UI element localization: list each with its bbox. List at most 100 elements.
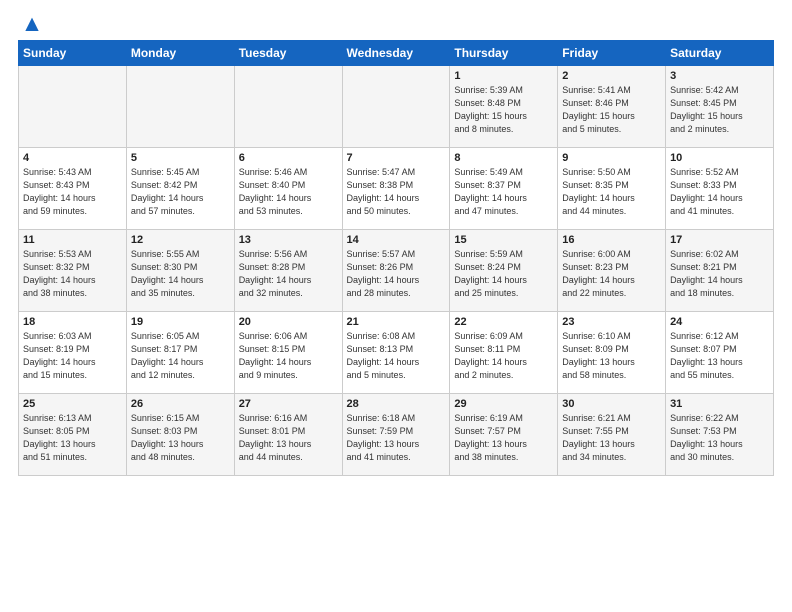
day-cell: 19 Sunrise: 6:05 AM Sunset: 8:17 PM Dayli… — [126, 312, 234, 394]
col-friday: Friday — [558, 41, 666, 66]
day-cell — [342, 66, 450, 148]
day-info: Sunrise: 6:03 AM Sunset: 8:19 PM Dayligh… — [23, 330, 122, 382]
day-info: Sunrise: 6:05 AM Sunset: 8:17 PM Dayligh… — [131, 330, 230, 382]
day-info: Sunrise: 5:47 AM Sunset: 8:38 PM Dayligh… — [347, 166, 446, 218]
day-cell: 30Sunrise: 6:21 AM Sunset: 7:55 PM Dayli… — [558, 394, 666, 476]
day-info: Sunrise: 6:13 AM Sunset: 8:05 PM Dayligh… — [23, 412, 122, 464]
calendar-page: Sunday Monday Tuesday Wednesday Thursday… — [0, 0, 792, 612]
page-header — [18, 16, 774, 32]
day-info: Sunrise: 6:15 AM Sunset: 8:03 PM Dayligh… — [131, 412, 230, 464]
day-info: Sunrise: 5:42 AM Sunset: 8:45 PM Dayligh… — [670, 84, 769, 136]
day-info: Sunrise: 6:16 AM Sunset: 8:01 PM Dayligh… — [239, 412, 338, 464]
day-cell: 3 Sunrise: 5:42 AM Sunset: 8:45 PM Daylig… — [666, 66, 774, 148]
day-number: 20 — [239, 316, 338, 328]
day-cell: 1 Sunrise: 5:39 AM Sunset: 8:48 PM Daylig… — [450, 66, 558, 148]
day-number: 10 — [670, 152, 769, 164]
day-info: Sunrise: 6:19 AM Sunset: 7:57 PM Dayligh… — [454, 412, 553, 464]
day-number: 23 — [562, 316, 661, 328]
day-number: 17 — [670, 234, 769, 246]
day-info: Sunrise: 5:45 AM Sunset: 8:42 PM Dayligh… — [131, 166, 230, 218]
day-info: Sunrise: 6:06 AM Sunset: 8:15 PM Dayligh… — [239, 330, 338, 382]
day-number: 26 — [131, 398, 230, 410]
day-cell: 22 Sunrise: 6:09 AM Sunset: 8:11 PM Dayli… — [450, 312, 558, 394]
day-cell: 4Sunrise: 5:43 AM Sunset: 8:43 PM Daylig… — [19, 148, 127, 230]
day-cell: 5 Sunrise: 5:45 AM Sunset: 8:42 PM Daylig… — [126, 148, 234, 230]
day-info: Sunrise: 6:21 AM Sunset: 7:55 PM Dayligh… — [562, 412, 661, 464]
day-cell — [234, 66, 342, 148]
day-number: 18 — [23, 316, 122, 328]
day-cell: 26 Sunrise: 6:15 AM Sunset: 8:03 PM Dayli… — [126, 394, 234, 476]
day-info: Sunrise: 5:53 AM Sunset: 8:32 PM Dayligh… — [23, 248, 122, 300]
day-info: Sunrise: 5:56 AM Sunset: 8:28 PM Dayligh… — [239, 248, 338, 300]
day-cell: 18 Sunrise: 6:03 AM Sunset: 8:19 PM Dayli… — [19, 312, 127, 394]
day-number: 4 — [23, 152, 122, 164]
day-cell: 31 Sunrise: 6:22 AM Sunset: 7:53 PM Dayli… — [666, 394, 774, 476]
day-info: Sunrise: 6:09 AM Sunset: 8:11 PM Dayligh… — [454, 330, 553, 382]
day-number: 1 — [454, 70, 553, 82]
day-info: Sunrise: 5:59 AM Sunset: 8:24 PM Dayligh… — [454, 248, 553, 300]
day-number: 6 — [239, 152, 338, 164]
day-number: 11 — [23, 234, 122, 246]
day-info: Sunrise: 6:02 AM Sunset: 8:21 PM Dayligh… — [670, 248, 769, 300]
day-cell: 8Sunrise: 5:49 AM Sunset: 8:37 PM Daylig… — [450, 148, 558, 230]
day-number: 29 — [454, 398, 553, 410]
day-number: 21 — [347, 316, 446, 328]
day-cell: 10 Sunrise: 5:52 AM Sunset: 8:33 PM Dayli… — [666, 148, 774, 230]
week-row-0: 1 Sunrise: 5:39 AM Sunset: 8:48 PM Daylig… — [19, 66, 774, 148]
day-number: 15 — [454, 234, 553, 246]
day-number: 25 — [23, 398, 122, 410]
day-cell: 11 Sunrise: 5:53 AM Sunset: 8:32 PM Dayli… — [19, 230, 127, 312]
day-number: 13 — [239, 234, 338, 246]
day-cell: 9 Sunrise: 5:50 AM Sunset: 8:35 PM Daylig… — [558, 148, 666, 230]
day-number: 14 — [347, 234, 446, 246]
week-row-4: 25 Sunrise: 6:13 AM Sunset: 8:05 PM Dayli… — [19, 394, 774, 476]
day-cell: 2Sunrise: 5:41 AM Sunset: 8:46 PM Daylig… — [558, 66, 666, 148]
day-number: 27 — [239, 398, 338, 410]
day-info: Sunrise: 5:52 AM Sunset: 8:33 PM Dayligh… — [670, 166, 769, 218]
day-info: Sunrise: 6:00 AM Sunset: 8:23 PM Dayligh… — [562, 248, 661, 300]
logo-icon — [22, 16, 42, 36]
day-cell: 25 Sunrise: 6:13 AM Sunset: 8:05 PM Dayli… — [19, 394, 127, 476]
day-info: Sunrise: 5:39 AM Sunset: 8:48 PM Dayligh… — [454, 84, 553, 136]
day-cell — [19, 66, 127, 148]
day-cell: 16 Sunrise: 6:00 AM Sunset: 8:23 PM Dayli… — [558, 230, 666, 312]
day-cell: 15 Sunrise: 5:59 AM Sunset: 8:24 PM Dayli… — [450, 230, 558, 312]
day-number: 19 — [131, 316, 230, 328]
day-info: Sunrise: 5:57 AM Sunset: 8:26 PM Dayligh… — [347, 248, 446, 300]
day-number: 16 — [562, 234, 661, 246]
day-cell: 13 Sunrise: 5:56 AM Sunset: 8:28 PM Dayli… — [234, 230, 342, 312]
day-number: 22 — [454, 316, 553, 328]
col-wednesday: Wednesday — [342, 41, 450, 66]
day-cell: 29 Sunrise: 6:19 AM Sunset: 7:57 PM Dayli… — [450, 394, 558, 476]
day-cell: 24Sunrise: 6:12 AM Sunset: 8:07 PM Dayli… — [666, 312, 774, 394]
day-info: Sunrise: 5:50 AM Sunset: 8:35 PM Dayligh… — [562, 166, 661, 218]
day-info: Sunrise: 5:41 AM Sunset: 8:46 PM Dayligh… — [562, 84, 661, 136]
day-info: Sunrise: 6:10 AM Sunset: 8:09 PM Dayligh… — [562, 330, 661, 382]
week-row-1: 4Sunrise: 5:43 AM Sunset: 8:43 PM Daylig… — [19, 148, 774, 230]
day-number: 9 — [562, 152, 661, 164]
header-row: Sunday Monday Tuesday Wednesday Thursday… — [19, 41, 774, 66]
day-number: 24 — [670, 316, 769, 328]
day-cell: 14 Sunrise: 5:57 AM Sunset: 8:26 PM Dayli… — [342, 230, 450, 312]
day-info: Sunrise: 6:22 AM Sunset: 7:53 PM Dayligh… — [670, 412, 769, 464]
day-number: 28 — [347, 398, 446, 410]
calendar-table: Sunday Monday Tuesday Wednesday Thursday… — [18, 40, 774, 476]
col-tuesday: Tuesday — [234, 41, 342, 66]
day-cell: 23 Sunrise: 6:10 AM Sunset: 8:09 PM Dayli… — [558, 312, 666, 394]
col-sunday: Sunday — [19, 41, 127, 66]
day-info: Sunrise: 5:46 AM Sunset: 8:40 PM Dayligh… — [239, 166, 338, 218]
col-saturday: Saturday — [666, 41, 774, 66]
calendar-header: Sunday Monday Tuesday Wednesday Thursday… — [19, 41, 774, 66]
day-info: Sunrise: 5:49 AM Sunset: 8:37 PM Dayligh… — [454, 166, 553, 218]
day-number: 3 — [670, 70, 769, 82]
calendar-body: 1 Sunrise: 5:39 AM Sunset: 8:48 PM Daylig… — [19, 66, 774, 476]
day-cell: 21 Sunrise: 6:08 AM Sunset: 8:13 PM Dayli… — [342, 312, 450, 394]
week-row-2: 11 Sunrise: 5:53 AM Sunset: 8:32 PM Dayli… — [19, 230, 774, 312]
day-cell: 12Sunrise: 5:55 AM Sunset: 8:30 PM Dayli… — [126, 230, 234, 312]
day-cell: 27 Sunrise: 6:16 AM Sunset: 8:01 PM Dayli… — [234, 394, 342, 476]
day-cell: 28Sunrise: 6:18 AM Sunset: 7:59 PM Dayli… — [342, 394, 450, 476]
day-number: 5 — [131, 152, 230, 164]
day-info: Sunrise: 6:08 AM Sunset: 8:13 PM Dayligh… — [347, 330, 446, 382]
day-cell: 17 Sunrise: 6:02 AM Sunset: 8:21 PM Dayli… — [666, 230, 774, 312]
day-number: 31 — [670, 398, 769, 410]
